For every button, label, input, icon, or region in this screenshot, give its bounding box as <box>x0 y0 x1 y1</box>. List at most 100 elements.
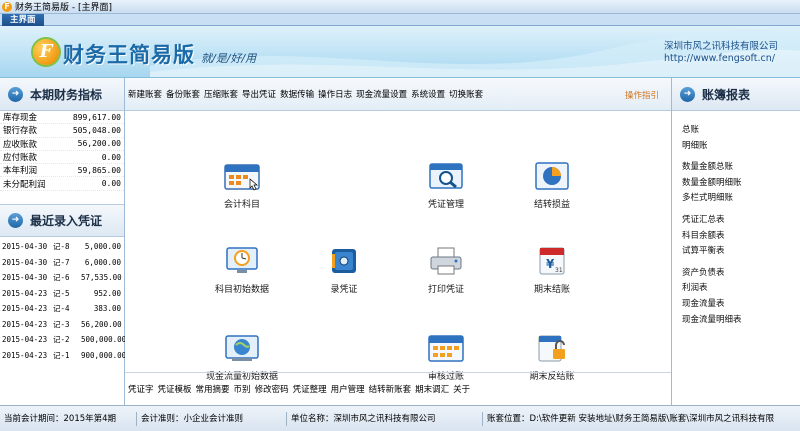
kpi-label: 应付账款 <box>3 153 38 164</box>
kpi-item: 库存现金 899,617.00 <box>0 111 124 125</box>
kpi-item: 应收账款 56,200.00 <box>0 138 124 151</box>
kpi-list: 库存现金 899,617.00 银行存款 505,048.00 应收账款 56,200… <box>0 111 124 191</box>
kpi-item: 未分配利润 0.00 <box>0 177 124 191</box>
kpi-value: 56,200.00 <box>77 139 121 149</box>
voucher-row[interactable]: 2015-04-30 记-6 57,535.00 <box>0 270 124 286</box>
status-path: 账套位置：D:\软件更新 安装地址\财务王简易版\账套\深圳市风之讯科技有限 <box>487 413 775 424</box>
voucher-amount: 56,200.00 <box>81 319 122 329</box>
report-cashflow-statement[interactable]: 现金流量表 <box>682 297 800 313</box>
kpi-label: 库存现金 <box>3 113 38 124</box>
voucher-date: 2015-04-23 <box>2 319 48 329</box>
menu-cashflow-settings[interactable]: 现金流量设置 <box>356 88 407 100</box>
report-qty-amount-detail[interactable]: 数量金额明细账 <box>682 176 800 192</box>
kpi-header: ➜ 本期财务指标 <box>0 78 124 111</box>
accounts-label: 会计科目 <box>223 200 260 210</box>
voucher-title: 最近录入凭证 <box>30 213 103 228</box>
initial-data-button[interactable]: 科目初始数据 <box>197 246 287 295</box>
menu-period-exchange-adjust[interactable]: 期末调汇 <box>415 383 449 395</box>
enter-voucher-button[interactable]: 录凭证 <box>299 246 389 295</box>
svg-text:31: 31 <box>555 267 563 274</box>
voucher-row[interactable]: 2015-04-30 记-7 6,000.00 <box>0 254 124 270</box>
bottom-menu: 凭证字 凭证模板 常用摘要 币别 修改密码 凭证整理 用户管理 结转新账套 期末… <box>125 372 671 405</box>
report-multi-column-detail[interactable]: 多栏式明细账 <box>682 191 800 207</box>
company-info: 深圳市风之讯科技有限公司 http://www.fengsoft.cn/ <box>664 41 778 65</box>
menu-backup-account-set[interactable]: 备份账套 <box>166 88 200 100</box>
arrow-right-icon: ➜ <box>8 86 23 102</box>
window-title: 财务王简易版 - [主界面] <box>15 3 112 13</box>
report-cashflow-detail[interactable]: 现金流量明细表 <box>682 313 800 329</box>
voucher-list: 2015-04-30 记-8 5,000.00 2015-04-30 记-7 6,000… <box>0 237 126 363</box>
arrow-right-icon: ➜ <box>680 86 695 102</box>
status-standard: 会计准则：小企业会计准则 <box>137 411 287 426</box>
menu-voucher-type[interactable]: 凭证字 <box>128 383 154 395</box>
kpi-value: 59,865.00 <box>77 165 121 175</box>
report-voucher-summary[interactable]: 凭证汇总表 <box>682 213 800 229</box>
accounts-button[interactable]: 会计科目 <box>197 161 287 210</box>
calendar-icon <box>224 164 260 191</box>
menu-data-transfer[interactable]: 数据传输 <box>280 88 314 100</box>
print-voucher-button[interactable]: 打印凭证 <box>401 246 491 295</box>
voucher-amount: 57,535.00 <box>81 273 122 283</box>
reports-list: 总账 明细账 数量金额总账 数量金额明细账 多栏式明细账 凭证汇总表 科目余额表… <box>672 111 800 328</box>
company-url[interactable]: http://www.fengsoft.cn/ <box>664 53 778 65</box>
carry-profit-loss-label: 结转损益 <box>533 200 570 210</box>
svg-text:¥: ¥ <box>546 257 555 271</box>
voucher-row[interactable]: 2015-04-23 记-1 900,000.00 <box>0 347 126 363</box>
monitor-clock-icon <box>226 247 258 273</box>
voucher-amount: 952.00 <box>93 288 121 298</box>
yen-calendar-icon: ¥ 31 <box>539 247 565 275</box>
report-balance-sheet[interactable]: 资产负债表 <box>682 266 800 282</box>
menu-system-settings[interactable]: 系统设置 <box>411 88 445 100</box>
voucher-number: 记-7 <box>53 257 70 267</box>
menu-voucher-template[interactable]: 凭证模板 <box>158 383 192 395</box>
voucher-date: 2015-04-23 <box>2 304 48 314</box>
voucher-date: 2015-04-23 <box>2 288 48 298</box>
menu-user-management[interactable]: 用户管理 <box>331 383 365 395</box>
menu-currency[interactable]: 币别 <box>234 383 251 395</box>
period-close-button[interactable]: ¥ 31 期末结账 <box>507 246 597 295</box>
menu-export-voucher[interactable]: 导出凭证 <box>242 88 276 100</box>
menu-about[interactable]: 关于 <box>453 383 470 395</box>
globe-window-icon <box>225 335 259 361</box>
company-name: 深圳市风之讯科技有限公司 <box>663 41 778 52</box>
report-income-statement[interactable]: 利润表 <box>682 281 800 297</box>
kpi-title: 本期财务指标 <box>30 87 103 102</box>
voucher-row[interactable]: 2015-04-23 记-2 500,000.00 <box>0 332 126 348</box>
kpi-label: 银行存款 <box>3 126 38 137</box>
report-trial-balance[interactable]: 试算平衡表 <box>682 244 800 260</box>
kpi-item: 银行存款 505,048.00 <box>0 124 124 138</box>
voucher-row[interactable]: 2015-04-23 记-5 952.00 <box>0 285 124 301</box>
report-detail-ledger[interactable]: 明细账 <box>682 139 800 155</box>
tab-bar: 主界面 <box>0 14 800 26</box>
menu-voucher-organize[interactable]: 凭证整理 <box>293 383 327 395</box>
menu-carry-new-account-set[interactable]: 结转新账套 <box>369 383 412 395</box>
menu-compress-account-set[interactable]: 压缩账套 <box>204 88 238 100</box>
report-general-ledger[interactable]: 总账 <box>682 123 800 139</box>
voucher-row[interactable]: 2015-04-30 记-8 5,000.00 <box>0 239 124 255</box>
voucher-number: 记-4 <box>53 304 70 314</box>
tab-main[interactable]: 主界面 <box>2 14 44 26</box>
left-panel: ➜ 本期财务指标 库存现金 899,617.00 银行存款 505,048.00 应… <box>0 78 126 405</box>
carry-profit-loss-button[interactable]: 结转损益 <box>507 161 597 210</box>
printer-icon <box>430 247 462 275</box>
kpi-item: 应付账款 0.00 <box>0 151 124 165</box>
menu-new-account-set[interactable]: 新建账套 <box>128 88 162 100</box>
voucher-row[interactable]: 2015-04-23 记-4 383.00 <box>0 301 124 317</box>
report-account-balance[interactable]: 科目余额表 <box>682 229 800 245</box>
menu-common-summary[interactable]: 常用摘要 <box>196 383 230 395</box>
reports-title: 账簿报表 <box>702 87 751 102</box>
voucher-date: 2015-04-30 <box>2 257 48 267</box>
voucher-management-button[interactable]: 凭证管理 <box>401 161 491 210</box>
menu-operation-log[interactable]: 操作日志 <box>318 88 352 100</box>
menu-change-password[interactable]: 修改密码 <box>255 383 289 395</box>
voucher-number: 记-5 <box>53 288 70 298</box>
voucher-date: 2015-04-30 <box>2 273 48 283</box>
voucher-amount: 6,000.00 <box>84 257 121 267</box>
report-qty-amount-ledger[interactable]: 数量金额总账 <box>682 160 800 176</box>
menu-switch-account-set[interactable]: 切换账套 <box>449 88 483 100</box>
print-voucher-label: 打印凭证 <box>427 285 464 295</box>
operation-guide-link[interactable]: 操作指引 <box>625 89 659 101</box>
right-panel: ➜ 账簿报表 总账 明细账 数量金额总账 数量金额明细账 多栏式明细账 凭证汇总… <box>671 78 800 405</box>
voucher-row[interactable]: 2015-04-23 记-3 56,200.00 <box>0 316 124 332</box>
center-panel: 新建账套 备份账套 压缩账套 导出凭证 数据传输 操作日志 现金流量设置 系统设… <box>125 78 671 405</box>
